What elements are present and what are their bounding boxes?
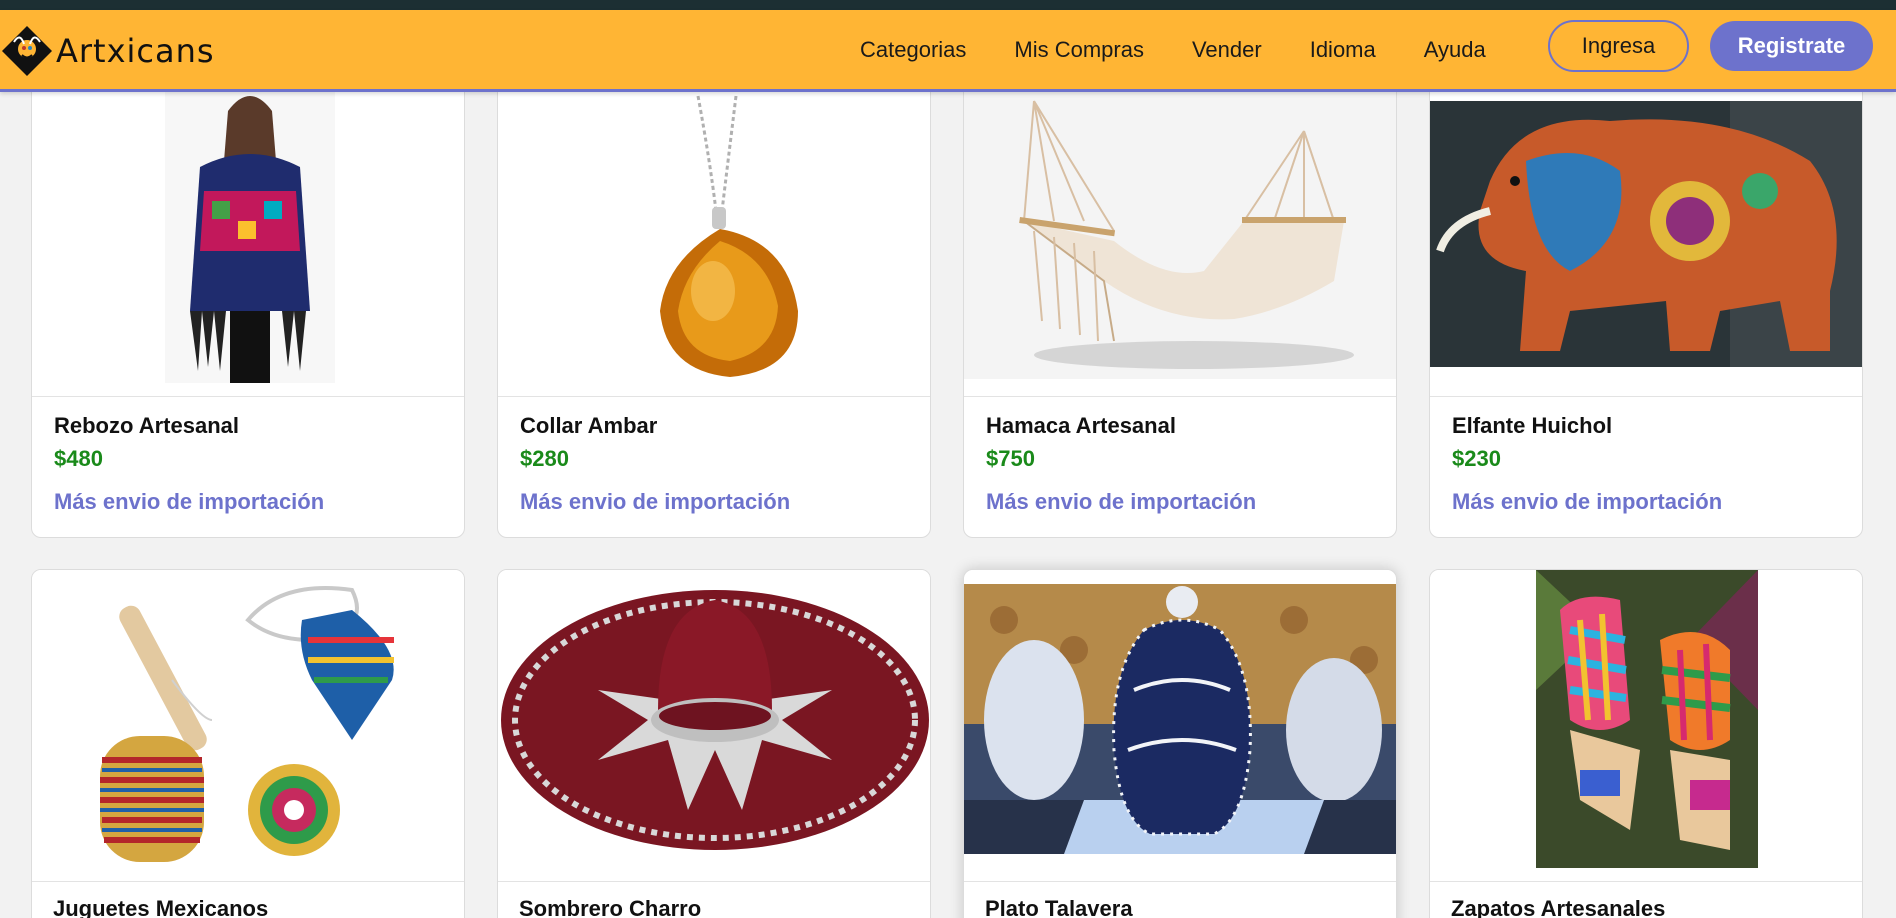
hammock-photo [964,71,1396,396]
nav-categorias[interactable]: Categorias [860,37,966,63]
login-button[interactable]: Ingresa [1548,20,1689,72]
product-image[interactable] [1430,570,1862,882]
product-card[interactable]: Hamaca Artesanal $750 Más envio de impor… [963,70,1397,538]
artisan-shoes-photo [1536,570,1758,868]
brand-name: Artxicans [56,32,215,70]
charro-hat-photo [501,590,929,850]
logo-icon [2,26,52,76]
nav-vender[interactable]: Vender [1192,37,1262,63]
product-title[interactable]: Elfante Huichol [1452,413,1612,439]
product-image[interactable] [32,71,464,397]
product-price: $480 [54,446,103,471]
huichol-elephant-photo [1430,71,1862,396]
shipping-note: Más envio de importación [520,489,791,514]
product-card[interactable] [31,569,465,918]
product-card[interactable] [963,569,1397,918]
register-button[interactable]: Registrate [1710,21,1873,71]
nav-mis-compras[interactable]: Mis Compras [1014,37,1144,63]
product-title[interactable]: Rebozo Artesanal [54,413,239,439]
product-card[interactable]: Collar Ambar $280 Más envio de importaci… [497,70,931,538]
product-title[interactable]: Hamaca Artesanal [986,413,1176,439]
product-image[interactable] [32,570,464,882]
product-price: $280 [520,446,569,471]
product-image[interactable] [498,570,930,882]
product-card[interactable] [1429,569,1863,918]
product-price: $230 [1452,446,1501,471]
nav-ayuda[interactable]: Ayuda [1424,37,1486,63]
product-title[interactable]: Sombrero Charro [519,896,701,918]
product-image[interactable] [1430,71,1862,397]
product-card[interactable] [497,569,931,918]
rebozo-photo [165,71,335,383]
brand[interactable]: Artxicans [0,24,215,78]
product-card[interactable]: Elfante Huichol $230 Más envio de import… [1429,70,1863,538]
product-title[interactable]: Plato Talavera [985,896,1133,918]
amber-necklace-photo [660,95,798,377]
product-title[interactable]: Juguetes Mexicanos [53,896,268,918]
nav-idioma[interactable]: Idioma [1310,37,1376,63]
product-image[interactable] [964,71,1396,397]
product-image[interactable] [498,71,930,397]
main-nav: Categorias Mis Compras Vender Idioma Ayu… [860,10,1534,90]
product-price: $750 [986,446,1035,471]
top-strip [0,0,1896,10]
shipping-note: Más envio de importación [1452,489,1723,514]
product-title[interactable]: Zapatos Artesanales [1451,896,1665,918]
product-card[interactable]: Rebozo Artesanal $480 Más envio de impor… [31,70,465,538]
mexican-toys-photo [100,586,394,862]
product-title[interactable]: Collar Ambar [520,413,657,439]
product-image[interactable] [964,570,1396,882]
navbar: Artxicans Categorias Mis Compras Vender … [0,10,1896,92]
shipping-note: Más envio de importación [54,489,325,514]
talavera-vase-photo [964,584,1396,854]
shipping-note: Más envio de importación [986,489,1257,514]
